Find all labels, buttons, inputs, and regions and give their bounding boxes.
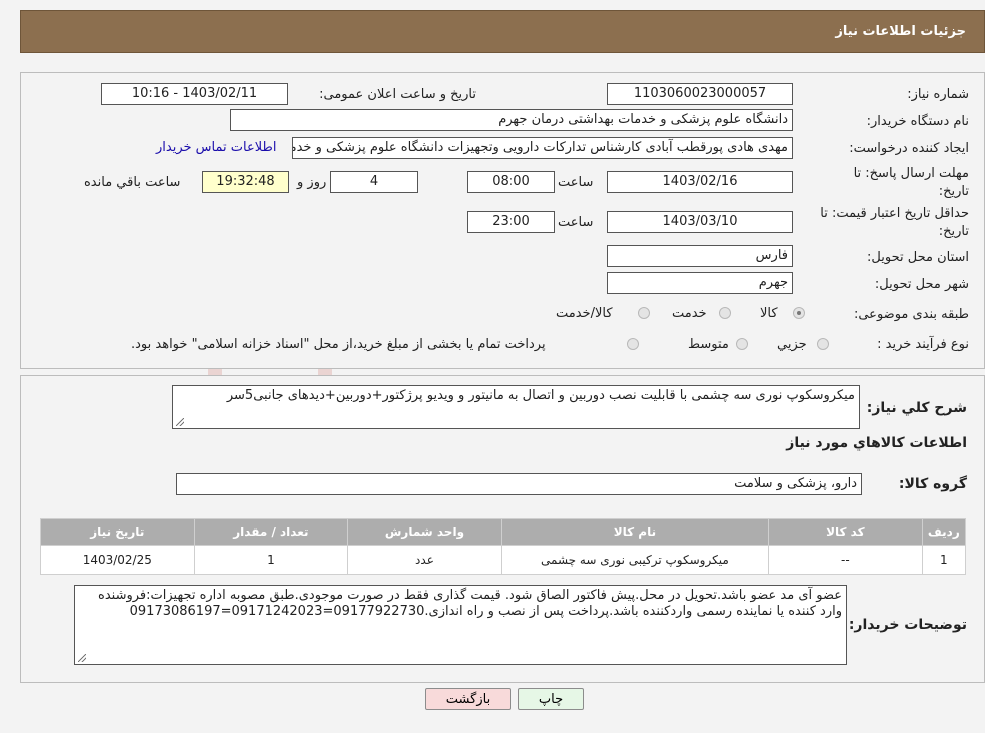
days-remaining-field: 4 (330, 171, 418, 193)
buyer-contact-link[interactable]: اطلاعات تماس خریدار (156, 140, 276, 155)
treasury-checkbox[interactable] (627, 338, 639, 350)
buyer-notes-label: توضیحات خریدار: (848, 617, 967, 633)
summary-label: شرح کلي نياز: (866, 400, 967, 416)
page-title: جزئیات اطلاعات نیاز (835, 24, 966, 39)
deadline-time-label: ساعت (558, 175, 594, 190)
validity-date-field: 1403/03/10 (607, 211, 793, 233)
deadline-time-field: 08:00 (467, 171, 555, 193)
deadline-date-field: 1403/02/16 (607, 171, 793, 193)
process-radio-minor[interactable] (817, 338, 829, 350)
category-radio-goods[interactable] (793, 307, 805, 319)
table-header-row: رديف کد کالا نام کالا واحد شمارش تعداد /… (40, 518, 967, 546)
table-row: 1 -- میکروسکوپ ترکیبی نوری سه چشمی عدد 1… (40, 545, 967, 575)
need-number-field: 1103060023000057 (607, 83, 793, 105)
validity-label-date: تاریخ: (938, 224, 969, 239)
category-radio-service[interactable] (719, 307, 731, 319)
page-header: جزئیات اطلاعات نیاز (20, 10, 985, 53)
province-label: استان محل تحویل: (867, 250, 969, 265)
province-field: فارس (607, 245, 793, 267)
announce-field: 1403/02/11 - 10:16 (101, 83, 288, 105)
buyer-notes-textarea[interactable]: عضو آی مد عضو باشد.تحویل در محل.پیش فاکت… (74, 585, 847, 665)
category-label: طبقه بندی موضوعی: (853, 307, 969, 322)
col-date-header: تاریخ نیاز (40, 518, 195, 546)
category-option-both: کالا/خدمت (556, 306, 613, 321)
remaining-time-field: 19:32:48 (202, 171, 289, 193)
city-field: جهرم (607, 272, 793, 294)
buyer-org-label: نام دستگاه خریدار: (866, 114, 969, 129)
validity-label: حداقل تاریخ اعتبار قیمت: تا (820, 206, 969, 221)
col-qty-header: تعداد / مقدار (193, 518, 349, 546)
summary-textarea[interactable]: میکروسکوپ نوری سه چشمی با قابلیت نصب دور… (172, 385, 860, 429)
process-radio-medium[interactable] (736, 338, 748, 350)
buyer-org-field: دانشگاه علوم پزشکی و خدمات بهداشتی درمان… (230, 109, 793, 131)
process-label: نوع فرآیند خرید : (877, 337, 969, 352)
cell-unit: عدد (347, 545, 502, 575)
summary-text: میکروسکوپ نوری سه چشمی با قابلیت نصب دور… (226, 388, 855, 403)
validity-time-label: ساعت (558, 215, 594, 230)
creator-field: مهدی هادی پورقطب آبادی کارشناس تدارکات د… (292, 137, 793, 159)
deadline-label-date: تاریخ: (938, 184, 969, 199)
days-label: روز و (297, 175, 327, 190)
process-option-minor: جزيي (777, 337, 807, 352)
print-button[interactable]: چاپ (518, 688, 584, 710)
cell-code: -- (768, 545, 923, 575)
announce-label: تاریخ و ساعت اعلان عمومی: (319, 87, 476, 102)
goods-group-field: دارو، پزشکی و سلامت (176, 473, 862, 495)
creator-label: ایجاد کننده درخواست: (849, 141, 969, 156)
remaining-label: ساعت باقي مانده (84, 175, 181, 190)
process-option-medium: متوسط (688, 337, 729, 352)
col-name-header: نام کالا (500, 518, 770, 546)
goods-table: رديف کد کالا نام کالا واحد شمارش تعداد /… (40, 518, 967, 575)
cell-need-date: 1403/02/25 (40, 545, 195, 575)
cell-quantity: 1 (193, 545, 349, 575)
cell-row-number: 1 (921, 545, 967, 575)
category-option-service: خدمت (672, 306, 707, 321)
category-option-goods: کالا (760, 306, 778, 321)
category-radio-both[interactable] (638, 307, 650, 319)
need-number-label: شماره نیاز: (907, 87, 969, 102)
goods-info-title: اطلاعات کالاهاي مورد نياز (786, 435, 967, 451)
col-unit-header: واحد شمارش (347, 518, 502, 546)
resize-grip-icon[interactable] (176, 418, 184, 426)
col-code-header: کد کالا (768, 518, 923, 546)
goods-group-label: گروه کالا: (898, 476, 967, 492)
city-label: شهر محل تحویل: (874, 277, 969, 292)
buyer-notes-text: عضو آی مد عضو باشد.تحویل در محل.پیش فاکت… (98, 588, 842, 619)
process-note: پرداخت تمام یا بخشی از مبلغ خرید،از محل … (131, 337, 546, 352)
validity-time-field: 23:00 (467, 211, 555, 233)
cell-name: میکروسکوپ ترکیبی نوری سه چشمی (500, 545, 770, 575)
col-row-header: رديف (921, 518, 967, 546)
deadline-label: مهلت ارسال پاسخ: تا (853, 166, 969, 181)
back-button[interactable]: بازگشت (425, 688, 511, 710)
resize-grip-icon[interactable] (78, 654, 86, 662)
